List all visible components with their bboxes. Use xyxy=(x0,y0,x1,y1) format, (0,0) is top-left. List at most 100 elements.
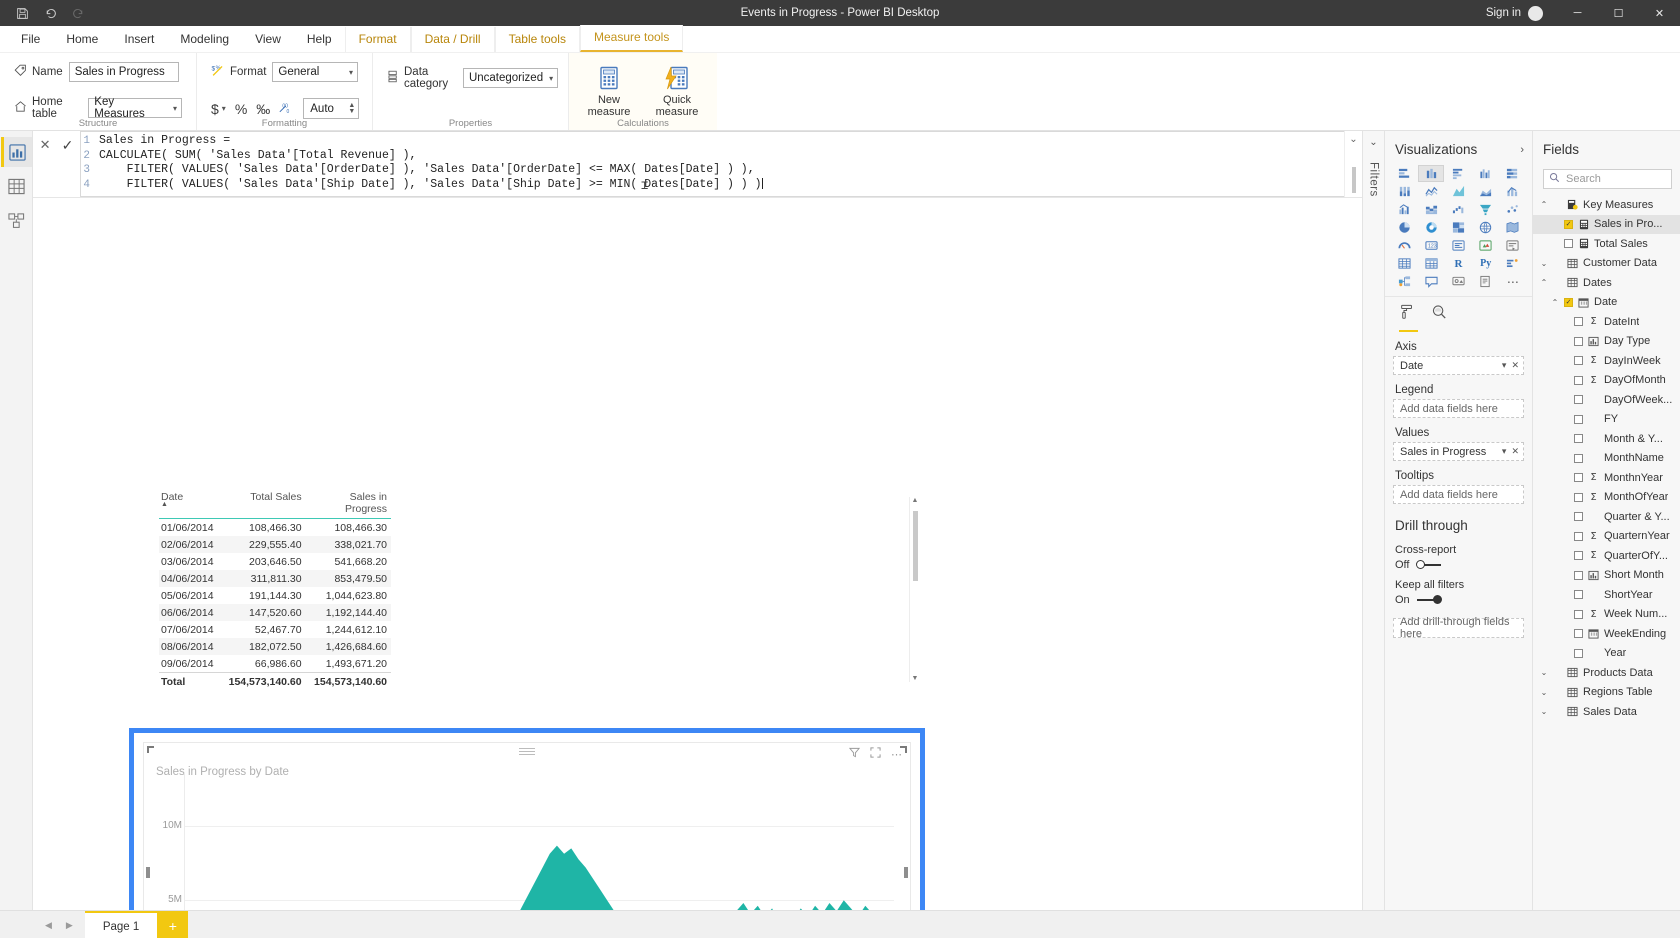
field-checkbox[interactable] xyxy=(1574,531,1583,541)
format-select[interactable]: General ▾ xyxy=(272,62,358,82)
table-row[interactable]: 08/06/2014 182,072.50 1,426,684.60 xyxy=(159,638,391,656)
resize-handle-top-right[interactable] xyxy=(900,746,907,754)
ribbon-tab-table-tools[interactable]: Table tools xyxy=(494,27,580,52)
ribbon-tab-data-drill[interactable]: Data / Drill xyxy=(410,27,495,52)
table-row[interactable]: 01/06/2014 108,466.30 108,466.30 xyxy=(159,519,391,536)
table-row[interactable]: 06/06/2014 147,520.60 1,192,144.40 xyxy=(159,604,391,622)
quick-measure-button[interactable]: Quick measure xyxy=(647,61,707,118)
close-icon[interactable]: ✕ xyxy=(1511,360,1519,371)
model-view-icon[interactable] xyxy=(1,205,32,235)
data-category-select[interactable]: Uncategorized ▾ xyxy=(462,68,559,88)
chevron-left-icon[interactable]: ◀ xyxy=(45,920,52,931)
field-item-dateint[interactable]: Σ DateInt xyxy=(1533,312,1680,332)
column-header-sales-in-progress[interactable]: Sales in Progress xyxy=(306,491,391,515)
data-view-icon[interactable] xyxy=(1,171,32,201)
keep-all-filters-toggle-row[interactable]: On xyxy=(1385,594,1532,606)
area-chart-icon[interactable] xyxy=(1445,183,1471,200)
line-clustered-column-icon[interactable] xyxy=(1391,201,1417,218)
chevron-down-icon[interactable]: ⌄ xyxy=(1369,137,1377,148)
more-visuals-icon[interactable]: ⋯ xyxy=(1500,273,1526,290)
clustered-column-chart-icon[interactable] xyxy=(1473,165,1499,182)
field-item-dates[interactable]: ⌃ Dates xyxy=(1533,273,1680,293)
map-icon[interactable] xyxy=(1473,219,1499,236)
field-item-month-y[interactable]: Month & Y... xyxy=(1533,429,1680,449)
field-checkbox[interactable] xyxy=(1574,336,1583,346)
field-checkbox[interactable] xyxy=(1574,434,1583,444)
field-item-date[interactable]: ⌃ Date xyxy=(1533,293,1680,313)
table-visual[interactable]: Date ▲ Total Sales Sales in Progress 01/… xyxy=(159,491,919,691)
drill-through-dropzone[interactable]: Add drill-through fields here xyxy=(1393,616,1524,640)
field-item-dayofweek[interactable]: DayOfWeek... xyxy=(1533,390,1680,410)
field-checkbox[interactable] xyxy=(1564,239,1573,249)
stacked-area-chart-icon[interactable] xyxy=(1473,183,1499,200)
chevron-down-icon[interactable]: ▾ xyxy=(1502,360,1507,371)
ribbon-tab-help[interactable]: Help xyxy=(294,27,345,52)
scroll-up-icon[interactable]: ▲ xyxy=(910,497,920,504)
field-checkbox[interactable] xyxy=(1564,297,1573,307)
table-row[interactable]: 03/06/2014 203,646.50 541,668.20 xyxy=(159,553,391,570)
100-stacked-column-chart-icon[interactable] xyxy=(1391,183,1417,200)
report-canvas[interactable]: Date ▲ Total Sales Sales in Progress 01/… xyxy=(33,198,1362,910)
field-checkbox[interactable] xyxy=(1574,551,1583,561)
page-tab-page-1[interactable]: Page 1 xyxy=(84,911,158,938)
currency-format-icon[interactable]: $ xyxy=(211,101,219,117)
resize-handle-left[interactable] xyxy=(146,867,150,879)
ribbon-tab-insert[interactable]: Insert xyxy=(111,27,167,52)
field-item-sales-data[interactable]: ⌄ Sales Data xyxy=(1533,702,1680,722)
ribbon-tab-file[interactable]: File xyxy=(8,27,53,52)
cancel-icon[interactable]: ✕ xyxy=(40,137,51,153)
well-values[interactable]: Sales in Progress ▾ ✕ xyxy=(1393,442,1524,461)
paginated-report-icon[interactable] xyxy=(1473,273,1499,290)
field-item-monthname[interactable]: MonthName xyxy=(1533,449,1680,469)
ribbon-tab-view[interactable]: View xyxy=(242,27,294,52)
field-item-week-num[interactable]: Σ Week Num... xyxy=(1533,605,1680,625)
report-view-icon[interactable] xyxy=(0,137,32,167)
well-tooltips[interactable]: Add data fields here xyxy=(1393,485,1524,504)
sign-in-button[interactable]: Sign in xyxy=(1486,5,1557,21)
field-checkbox[interactable] xyxy=(1574,395,1583,405)
smart-narrative-icon[interactable] xyxy=(1418,273,1444,290)
field-item-fy[interactable]: FY xyxy=(1533,410,1680,430)
currency-dropdown-caret-icon[interactable]: ▾ xyxy=(222,104,226,113)
dax-editor[interactable]: 1 Sales in Progress = 2 CALCULATE( SUM( … xyxy=(80,131,1344,198)
chevron-up-icon[interactable]: ⌃ xyxy=(1539,200,1549,209)
field-item-key-measures[interactable]: ⌃ Key Measures xyxy=(1533,195,1680,215)
table-scrollbar[interactable]: ▲ ▼ xyxy=(909,497,920,683)
resize-handle-top-left[interactable] xyxy=(147,746,154,754)
scroll-down-icon[interactable]: ▼ xyxy=(910,675,920,682)
field-item-total-sales[interactable]: Total Sales xyxy=(1533,234,1680,254)
save-icon[interactable] xyxy=(9,2,35,24)
ribbon-chart-icon[interactable] xyxy=(1418,201,1444,218)
area-chart-visual[interactable]: ⋯ Sales in Progress by Date 10M 5M xyxy=(129,728,925,910)
field-checkbox[interactable] xyxy=(1574,648,1583,658)
table-icon[interactable] xyxy=(1391,255,1417,272)
column-header-total-sales[interactable]: Total Sales xyxy=(224,491,306,515)
measure-name-input[interactable]: Sales in Progress xyxy=(68,62,179,82)
r-script-visual-icon[interactable]: R xyxy=(1445,255,1471,272)
home-table-select[interactable]: Key Measures ▾ xyxy=(88,96,182,120)
field-checkbox[interactable] xyxy=(1574,590,1583,600)
field-checkbox[interactable] xyxy=(1564,219,1573,229)
waterfall-chart-icon[interactable] xyxy=(1445,201,1471,218)
well-axis[interactable]: Date ▾ ✕ xyxy=(1393,356,1524,375)
field-item-quarterofy[interactable]: Σ QuarterOfY... xyxy=(1533,546,1680,566)
chevron-up-icon[interactable]: ⌃ xyxy=(1550,298,1560,307)
field-item-dayinweek[interactable]: Σ DayInWeek xyxy=(1533,351,1680,371)
paint-roller-icon[interactable] xyxy=(1399,304,1415,325)
scatter-chart-icon[interactable] xyxy=(1500,201,1526,218)
kpi-icon[interactable] xyxy=(1473,237,1499,254)
close-button[interactable]: ✕ xyxy=(1639,0,1680,26)
keep-all-filters-toggle[interactable] xyxy=(1416,595,1442,605)
field-checkbox[interactable] xyxy=(1574,609,1583,619)
ribbon-tab-modeling[interactable]: Modeling xyxy=(167,27,242,52)
chevron-down-icon[interactable]: ⌄ xyxy=(1349,134,1357,145)
minimize-button[interactable]: ─ xyxy=(1557,0,1598,26)
field-item-short-month[interactable]: Short Month xyxy=(1533,566,1680,586)
chevron-right-icon[interactable]: ▶ xyxy=(66,920,73,931)
chevron-down-icon[interactable]: ▾ xyxy=(1502,446,1507,457)
cross-report-toggle[interactable] xyxy=(1416,560,1442,570)
chevron-up-icon[interactable]: ⌃ xyxy=(1539,278,1549,287)
100-stacked-bar-chart-icon[interactable] xyxy=(1500,165,1526,182)
table-row[interactable]: 05/06/2014 191,144.30 1,044,623.80 xyxy=(159,587,391,604)
line-chart-icon[interactable] xyxy=(1418,183,1444,200)
